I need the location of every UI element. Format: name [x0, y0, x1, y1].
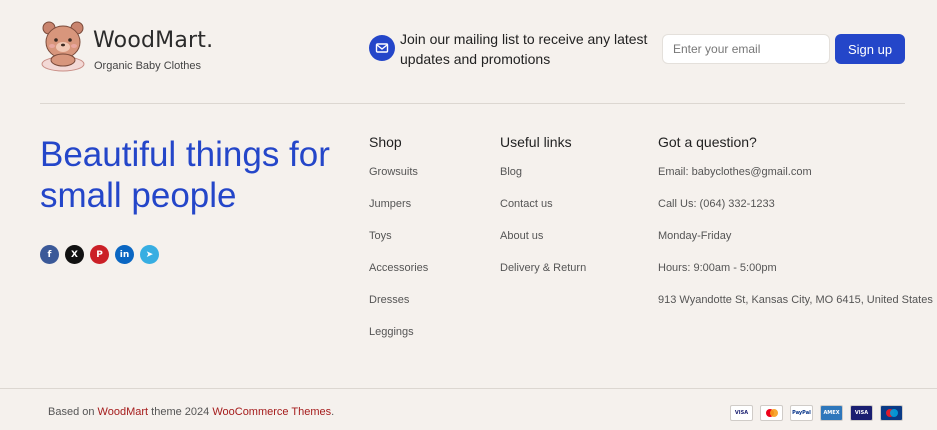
contact-hours: Hours: 9:00am - 5:00pm — [658, 262, 777, 274]
shop-column: Shop Growsuits Jumpers Toys Accessories … — [369, 134, 428, 356]
shop-link-accessories[interactable]: Accessories — [369, 260, 428, 292]
email-input[interactable] — [662, 34, 830, 64]
shop-link-leggings[interactable]: Leggings — [369, 324, 428, 356]
visa-electron-icon: VISA — [850, 405, 873, 421]
tagline-heading: Beautiful things for small people — [40, 135, 330, 215]
link-delivery-return[interactable]: Delivery & Return — [500, 260, 586, 292]
bottom-divider — [0, 388, 937, 389]
link-about-us[interactable]: About us — [500, 228, 586, 260]
pinterest-icon[interactable]: P — [90, 245, 109, 264]
useful-links-column: Useful links Blog Contact us About us De… — [500, 134, 586, 292]
brand-subtitle: Organic Baby Clothes — [94, 60, 201, 72]
useful-links-heading: Useful links — [500, 134, 572, 150]
contact-phone[interactable]: Call Us: (064) 332-1233 — [658, 196, 933, 228]
credits-middle: theme 2024 — [151, 406, 210, 418]
brand-logo[interactable]: WoodMart. Organic Baby Clothes — [40, 20, 214, 76]
contact-days: Monday-Friday — [658, 230, 732, 242]
facebook-icon[interactable]: f — [40, 245, 59, 264]
copyright-text: Based on WoodMart theme 2024 WooCommerce… — [48, 406, 334, 418]
contact-address: 913 Wyandotte St, Kansas City, MO 6415, … — [658, 294, 933, 306]
envelope-icon — [369, 35, 395, 61]
social-links: f X P in ➤ — [40, 245, 159, 264]
mastercard-icon — [760, 405, 783, 421]
payment-methods: VISA PayPal AMEX VISA — [730, 405, 903, 421]
woocommerce-themes-link[interactable]: WooCommerce Themes — [212, 406, 331, 418]
shop-link-toys[interactable]: Toys — [369, 228, 428, 260]
visa-icon: VISA — [730, 405, 753, 421]
link-contact-us[interactable]: Contact us — [500, 196, 586, 228]
link-blog[interactable]: Blog — [500, 164, 586, 196]
contact-email[interactable]: Email: babyclothes@gmail.com — [658, 164, 933, 196]
divider — [40, 103, 905, 104]
x-icon[interactable]: X — [65, 245, 84, 264]
question-heading: Got a question? — [658, 134, 757, 150]
teddy-bear-icon — [41, 21, 85, 72]
question-column: Got a question? Email: babyclothes@gmail… — [658, 134, 933, 324]
shop-link-dresses[interactable]: Dresses — [369, 292, 428, 324]
amex-icon: AMEX — [820, 405, 843, 421]
shop-link-jumpers[interactable]: Jumpers — [369, 196, 428, 228]
shop-heading: Shop — [369, 134, 402, 150]
brand-name: WoodMart. — [93, 28, 214, 53]
telegram-icon[interactable]: ➤ — [140, 245, 159, 264]
credits-suffix: . — [331, 406, 335, 418]
signup-button[interactable]: Sign up — [835, 34, 905, 64]
newsletter-text: Join our mailing list to receive any lat… — [400, 31, 648, 67]
woodmart-link[interactable]: WoodMart — [98, 406, 149, 418]
linkedin-icon[interactable]: in — [115, 245, 134, 264]
footer-top-bar: WoodMart. Organic Baby Clothes Join our … — [0, 0, 937, 104]
shop-link-growsuits[interactable]: Growsuits — [369, 164, 428, 196]
paypal-icon: PayPal — [790, 405, 813, 421]
credits-prefix: Based on — [48, 406, 95, 418]
maestro-icon — [880, 405, 903, 421]
